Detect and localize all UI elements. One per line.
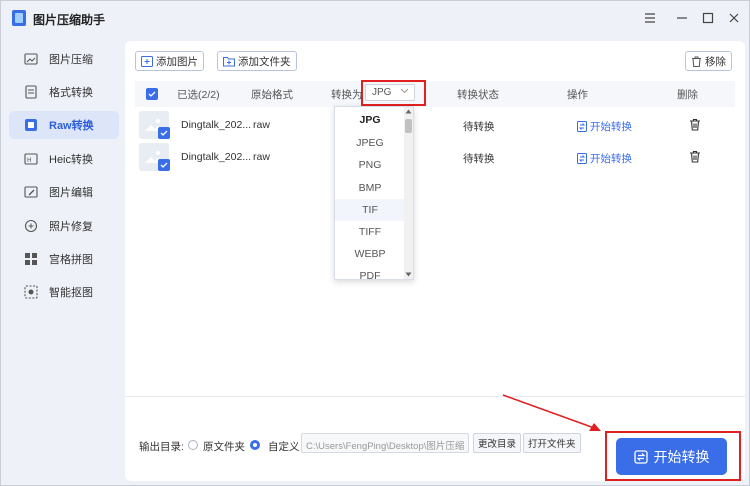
format-convert-icon xyxy=(23,84,39,100)
remove-button[interactable]: 移除 xyxy=(685,51,732,71)
header-original-format: 原始格式 xyxy=(251,89,293,101)
sidebar-item-smart-cutout[interactable]: 智能抠图 xyxy=(9,278,119,306)
convert-icon xyxy=(577,153,587,164)
row-checkbox[interactable] xyxy=(158,159,170,171)
format-option[interactable]: TIF xyxy=(335,199,405,221)
sidebar-item-label: 格式转换 xyxy=(49,87,93,99)
start-convert-label: 开始转换 xyxy=(590,121,632,133)
scrollbar-thumb[interactable] xyxy=(405,119,412,133)
main-panel: 添加图片 添加文件夹 移除 已选(2/2) 原始格式 转换为 转换状态 操作 删… xyxy=(125,41,745,481)
sidebar-item-image-edit[interactable]: 图片编辑 xyxy=(9,178,119,206)
grid-collage-icon xyxy=(23,251,39,267)
file-format: raw xyxy=(253,151,270,163)
start-convert-link[interactable]: 开始转换 xyxy=(577,151,632,166)
file-format: raw xyxy=(253,119,270,131)
header-convert-to: 转换为 xyxy=(331,89,363,101)
sidebar-item-label: Raw转换 xyxy=(49,120,94,132)
output-path-field[interactable]: C:\Users\FengPing\Desktop\图片压缩 xyxy=(301,433,469,453)
format-option[interactable]: TIFF xyxy=(335,221,405,243)
convert-icon xyxy=(577,121,587,132)
sidebar: 图片压缩 格式转换 Raw转换 H Heic转换 图片编辑 照片修复 宫格拼图 … xyxy=(1,35,125,486)
format-option[interactable]: JPG xyxy=(335,109,405,131)
file-name: Dingtalk_202... xyxy=(181,151,252,163)
heic-convert-icon: H xyxy=(23,151,39,167)
convert-status: 待转换 xyxy=(463,153,495,165)
sidebar-item-raw-convert[interactable]: Raw转换 xyxy=(9,111,119,139)
close-icon[interactable] xyxy=(725,9,743,27)
sidebar-item-label: 宫格拼图 xyxy=(49,254,93,266)
sidebar-item-label: 智能抠图 xyxy=(49,287,93,299)
start-convert-label: 开始转换 xyxy=(590,153,632,165)
sidebar-item-label: 图片编辑 xyxy=(49,187,93,199)
select-all-checkbox[interactable] xyxy=(146,88,158,100)
format-dropdown: JPG JPEG PNG BMP TIF TIFF WEBP PDF xyxy=(334,106,414,280)
delete-row-icon[interactable] xyxy=(689,150,701,166)
raw-convert-icon xyxy=(23,117,39,133)
sidebar-item-label: 照片修复 xyxy=(49,221,93,233)
format-option[interactable]: BMP xyxy=(335,177,405,199)
format-select-highlight xyxy=(361,80,426,106)
add-image-label: 添加图片 xyxy=(156,55,198,68)
output-dir-label: 输出目录: xyxy=(139,441,184,453)
format-option[interactable]: PNG xyxy=(335,154,405,176)
sidebar-item-label: Heic转换 xyxy=(49,154,94,166)
footer-divider xyxy=(125,396,745,397)
photo-repair-icon xyxy=(23,218,39,234)
delete-row-icon[interactable] xyxy=(689,118,701,134)
dropdown-scrollbar[interactable] xyxy=(404,107,413,279)
header-action: 操作 xyxy=(567,89,588,101)
open-folder-button[interactable]: 打开文件夹 xyxy=(523,433,581,453)
trash-icon xyxy=(692,56,701,67)
convert-status: 待转换 xyxy=(463,121,495,133)
custom-folder-label: 自定义 xyxy=(268,441,300,453)
add-image-icon xyxy=(141,55,153,67)
start-convert-label: 开始转换 xyxy=(653,448,710,465)
svg-text:H: H xyxy=(27,157,32,164)
convert-icon xyxy=(633,449,648,464)
app-logo-icon xyxy=(12,10,26,26)
start-convert-button[interactable]: 开始转换 xyxy=(616,438,727,475)
title-bar: 图片压缩助手 xyxy=(1,1,749,35)
scroll-up-icon[interactable] xyxy=(405,109,412,114)
image-compress-icon xyxy=(23,51,39,67)
sidebar-item-label: 图片压缩 xyxy=(49,54,93,66)
add-folder-label: 添加文件夹 xyxy=(238,55,291,68)
table-row[interactable]: Dingtalk_202... raw 待转换 开始转换 xyxy=(135,109,735,141)
remove-label: 移除 xyxy=(705,55,726,68)
sidebar-item-image-compress[interactable]: 图片压缩 xyxy=(9,45,119,73)
row-checkbox[interactable] xyxy=(158,127,170,139)
app-window: 图片压缩助手 图片压缩 格式转换 Raw转换 H Heic转换 图片编辑 照片修… xyxy=(0,0,750,486)
menu-icon[interactable] xyxy=(641,9,659,27)
smart-cutout-icon xyxy=(23,284,39,300)
custom-folder-radio[interactable] xyxy=(250,440,260,450)
table-header: 已选(2/2) 原始格式 转换为 转换状态 操作 删除 xyxy=(135,81,735,107)
source-folder-radio[interactable] xyxy=(188,440,198,450)
sidebar-item-format-convert[interactable]: 格式转换 xyxy=(9,78,119,106)
change-dir-button[interactable]: 更改目录 xyxy=(473,433,522,453)
format-option[interactable]: WEBP xyxy=(335,243,405,265)
table-row[interactable]: Dingtalk_202... raw 待转换 开始转换 xyxy=(135,141,735,173)
sidebar-item-grid-collage[interactable]: 宫格拼图 xyxy=(9,245,119,273)
add-folder-button[interactable]: 添加文件夹 xyxy=(217,51,297,71)
header-status: 转换状态 xyxy=(457,89,499,101)
maximize-icon[interactable] xyxy=(699,9,717,27)
format-option[interactable]: PDF xyxy=(335,265,405,279)
add-image-button[interactable]: 添加图片 xyxy=(135,51,204,71)
scroll-down-icon[interactable] xyxy=(405,272,412,277)
format-option[interactable]: JPEG xyxy=(335,132,405,154)
header-selected: 已选(2/2) xyxy=(177,89,220,101)
sidebar-item-heic-convert[interactable]: H Heic转换 xyxy=(9,145,119,173)
source-folder-label: 原文件夹 xyxy=(203,441,245,453)
add-folder-icon xyxy=(223,56,235,66)
start-convert-link[interactable]: 开始转换 xyxy=(577,119,632,134)
sidebar-item-photo-repair[interactable]: 照片修复 xyxy=(9,212,119,240)
image-edit-icon xyxy=(23,184,39,200)
minimize-icon[interactable] xyxy=(673,9,691,27)
header-delete: 删除 xyxy=(677,89,698,101)
file-name: Dingtalk_202... xyxy=(181,119,252,131)
app-title: 图片压缩助手 xyxy=(33,13,106,27)
